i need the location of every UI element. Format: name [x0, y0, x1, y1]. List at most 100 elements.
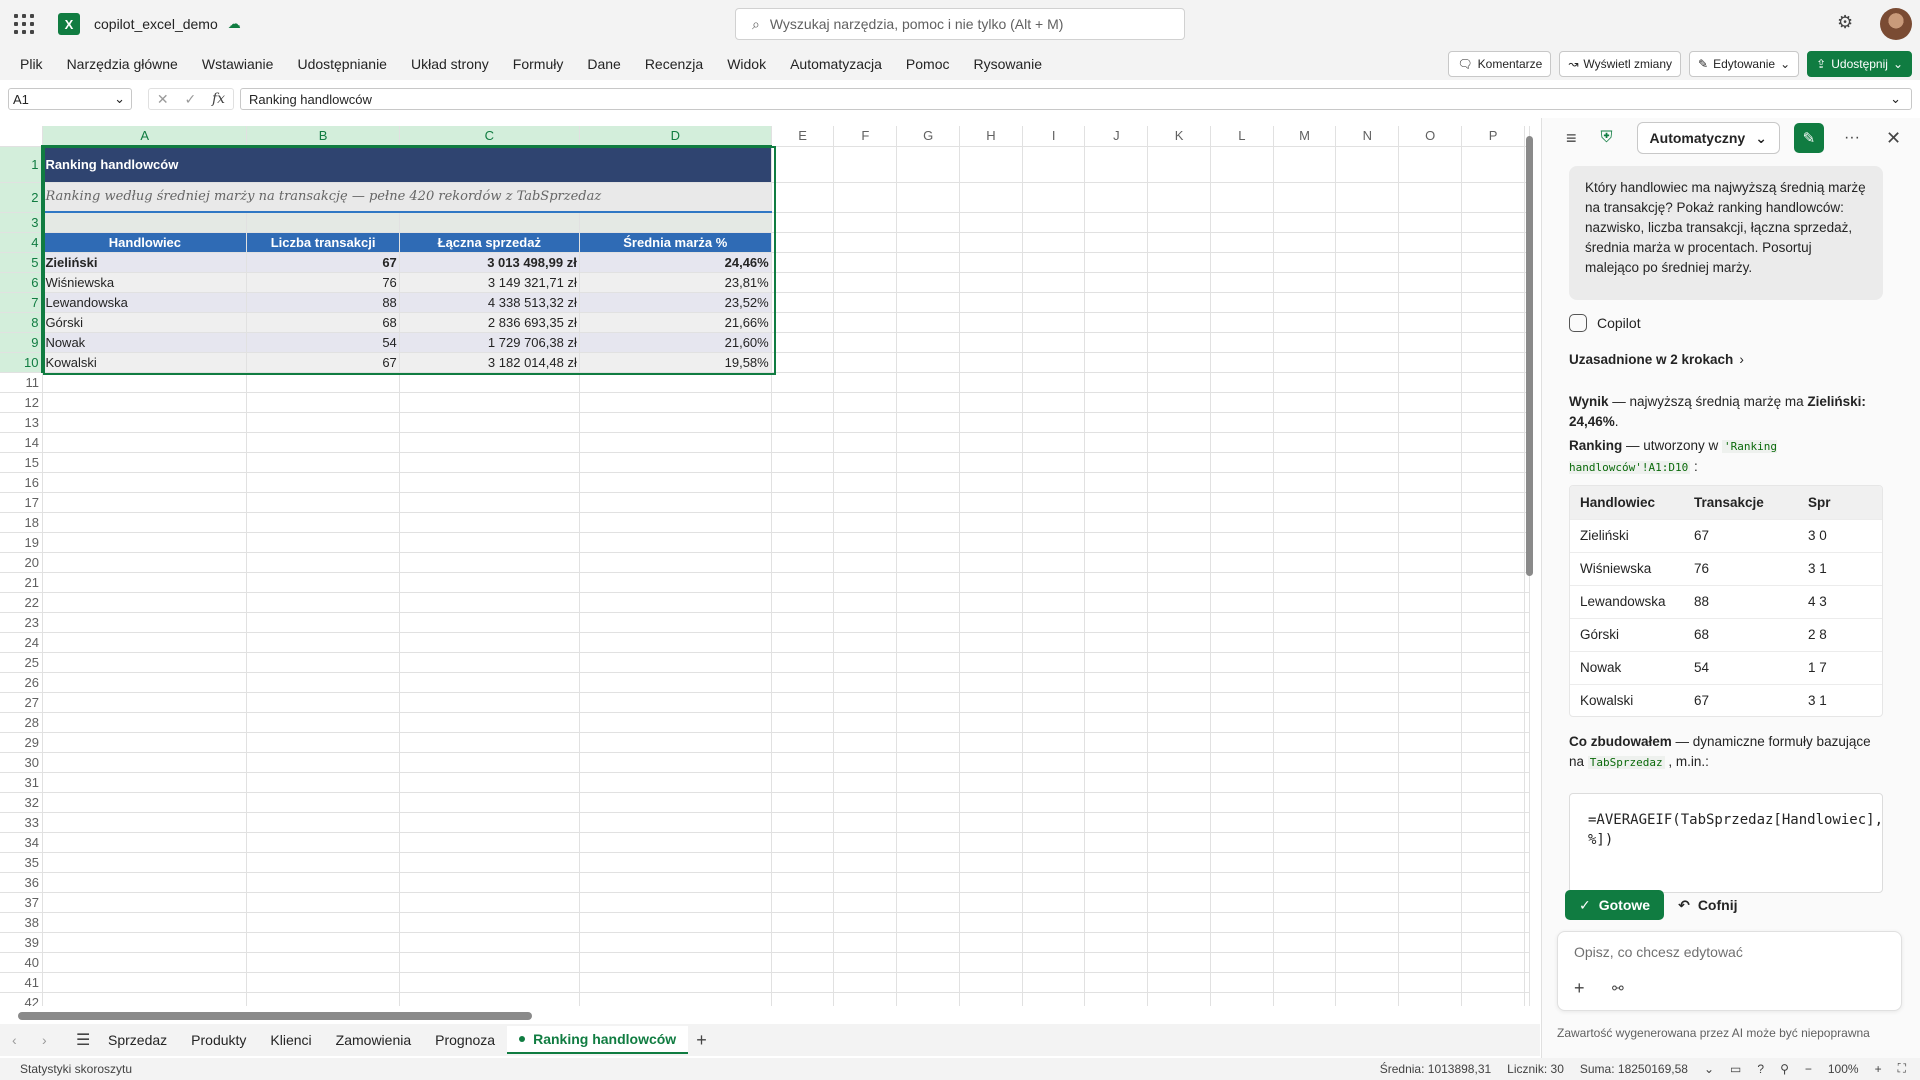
cell[interactable] [771, 612, 835, 633]
cell[interactable] [246, 512, 400, 533]
cell[interactable] [1147, 552, 1211, 573]
cell[interactable] [1022, 352, 1086, 373]
cell[interactable] [1335, 732, 1400, 753]
cell[interactable] [1147, 892, 1211, 913]
cell[interactable] [1273, 752, 1337, 773]
cell[interactable] [1147, 972, 1211, 993]
cell[interactable] [1273, 812, 1337, 833]
cell[interactable] [42, 772, 248, 793]
cell[interactable] [1022, 572, 1086, 593]
cell[interactable] [1147, 332, 1211, 353]
cell[interactable] [246, 932, 400, 953]
cell[interactable] [959, 492, 1023, 513]
cell[interactable] [771, 472, 835, 493]
cell[interactable] [399, 612, 580, 633]
cell[interactable] [1022, 532, 1086, 553]
cell[interactable] [1084, 932, 1149, 953]
cell[interactable] [833, 892, 898, 913]
sheet-tab[interactable]: Klienci [258, 1026, 323, 1054]
cell[interactable] [833, 252, 898, 273]
cell[interactable] [959, 182, 1023, 213]
cell[interactable] [246, 412, 400, 433]
close-icon[interactable]: ✕ [1886, 128, 1901, 149]
cell[interactable] [896, 272, 961, 293]
cell[interactable] [42, 852, 248, 873]
cell[interactable] [1022, 472, 1086, 493]
table-cell[interactable]: 19,58% [579, 352, 772, 373]
cell[interactable] [246, 872, 400, 893]
cell[interactable] [1461, 872, 1525, 893]
cell[interactable] [1147, 272, 1211, 293]
cell[interactable] [771, 452, 835, 473]
cell[interactable] [1022, 182, 1086, 213]
cell[interactable] [959, 532, 1023, 553]
cell[interactable] [959, 146, 1023, 183]
cell[interactable] [771, 752, 835, 773]
cell[interactable] [1398, 432, 1463, 453]
cell[interactable] [1398, 912, 1463, 933]
cell[interactable] [1461, 652, 1525, 673]
menu-item[interactable]: Wstawianie [190, 56, 286, 72]
app-launcher-icon[interactable] [12, 12, 36, 36]
cell[interactable] [1273, 182, 1337, 213]
cell[interactable] [1398, 452, 1463, 473]
select-all-corner[interactable] [0, 126, 43, 147]
search-box[interactable]: ⌕ Wyszukaj narzędzia, pomoc i nie tylko … [735, 8, 1185, 40]
cell[interactable] [1273, 312, 1337, 333]
cell[interactable] [1210, 872, 1274, 893]
cell[interactable] [1335, 772, 1400, 793]
cell[interactable] [1398, 932, 1463, 953]
row-header[interactable]: 8 [0, 312, 44, 333]
cell[interactable] [1084, 392, 1149, 413]
row-header[interactable]: 30 [0, 752, 43, 773]
cell[interactable] [399, 212, 580, 233]
cell[interactable] [1461, 632, 1525, 653]
cell[interactable] [1461, 292, 1525, 313]
cell[interactable] [771, 492, 835, 513]
table-cell[interactable]: 4 338 513,32 zł [399, 292, 580, 313]
row-header[interactable]: 24 [0, 632, 43, 653]
cell[interactable] [1022, 672, 1086, 693]
cell[interactable] [1398, 852, 1463, 873]
cell[interactable] [1084, 552, 1149, 573]
cell[interactable] [399, 792, 580, 813]
cell[interactable] [42, 632, 248, 653]
cell[interactable] [1461, 752, 1525, 773]
cell[interactable] [896, 432, 961, 453]
row-header[interactable]: 38 [0, 912, 43, 933]
cell[interactable] [246, 592, 400, 613]
cell[interactable] [1335, 612, 1400, 633]
cell[interactable] [1335, 412, 1400, 433]
cell[interactable] [1398, 672, 1463, 693]
cell[interactable] [1273, 872, 1337, 893]
cell[interactable] [579, 792, 772, 813]
cell[interactable] [959, 932, 1023, 953]
cell[interactable] [1022, 592, 1086, 613]
column-header[interactable]: G [896, 126, 961, 147]
cell[interactable] [246, 992, 400, 1006]
cell[interactable] [399, 712, 580, 733]
cell[interactable] [579, 712, 772, 733]
cell[interactable] [833, 432, 898, 453]
cell[interactable] [1147, 232, 1211, 253]
cell[interactable] [1461, 452, 1525, 473]
cell[interactable] [1022, 732, 1086, 753]
cell[interactable] [1461, 432, 1525, 453]
cell[interactable] [42, 712, 248, 733]
cell[interactable] [1398, 472, 1463, 493]
cell[interactable] [833, 352, 898, 373]
cell[interactable] [1273, 392, 1337, 413]
editing-mode-button[interactable]: ✎ Edytowanie ⌄ [1689, 51, 1800, 77]
cell[interactable] [959, 312, 1023, 333]
shield-check-icon[interactable]: ⛨ [1601, 129, 1613, 147]
cell[interactable] [42, 652, 248, 673]
cell[interactable] [246, 692, 400, 713]
table-cell[interactable]: 23,81% [579, 272, 772, 293]
cell[interactable] [1461, 312, 1525, 333]
cell[interactable] [1461, 712, 1525, 733]
cell[interactable] [771, 632, 835, 653]
cell[interactable] [1147, 352, 1211, 373]
more-options-icon[interactable]: ··· [1844, 129, 1860, 147]
cell[interactable] [1210, 182, 1274, 213]
cell[interactable] [771, 392, 835, 413]
